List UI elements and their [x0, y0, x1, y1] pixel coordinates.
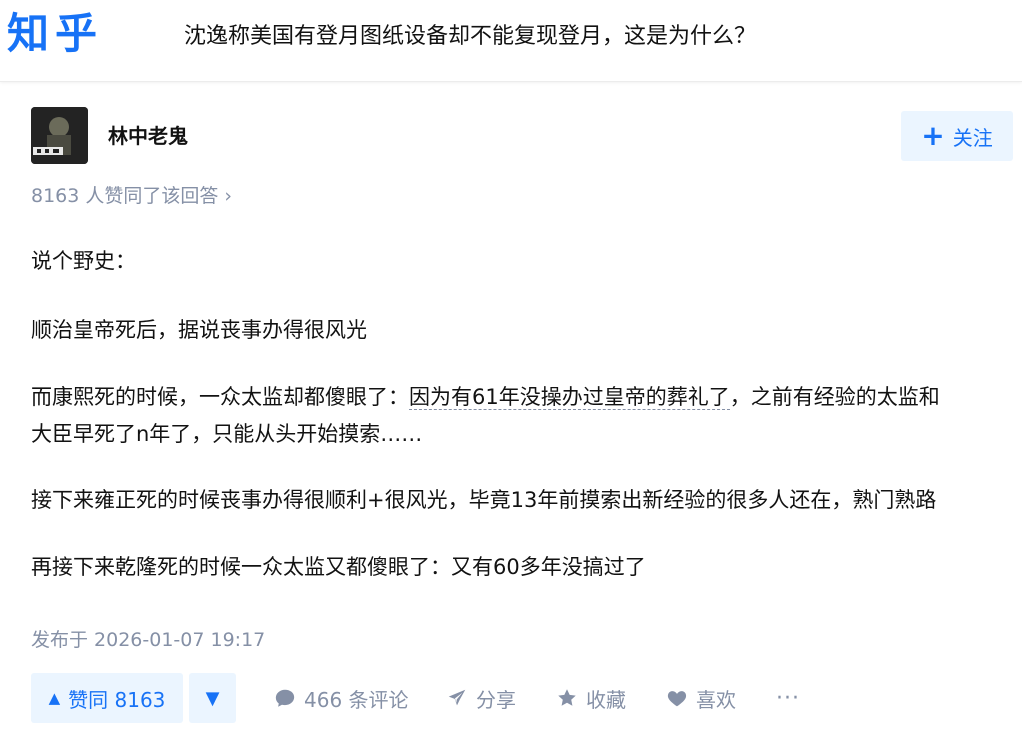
publish-time[interactable]: 发布于 2026-01-07 19:17	[31, 626, 265, 654]
action-bar: ▲ 赞同 8163 ▼ 466 条评论 分享 收藏 喜欢 ···	[31, 673, 1022, 723]
triangle-up-icon: ▲	[48, 689, 61, 707]
author-avatar[interactable]	[31, 107, 88, 164]
answer-paragraph: 说个野史：	[31, 249, 136, 273]
zhihu-logo[interactable]: 知乎	[7, 9, 103, 59]
share-icon	[448, 689, 466, 706]
comment-label: 466 条评论	[304, 687, 409, 712]
upvote-summary-link[interactable]: 8163 人赞同了该回答 ›	[31, 182, 232, 210]
share-button[interactable]: 分享	[446, 673, 516, 723]
collect-label: 收藏	[586, 687, 626, 712]
like-label: 喜欢	[696, 687, 736, 712]
vote-down-button[interactable]: ▼	[189, 673, 236, 723]
upvote-summary-text: 8163 人赞同了该回答	[31, 185, 219, 207]
question-title[interactable]: 沈逸称美国有登月图纸设备却不能复现登月，这是为什么？	[184, 22, 756, 52]
heart-icon	[667, 691, 687, 707]
author-name[interactable]: 林中老鬼	[108, 122, 188, 150]
more-button[interactable]: ···	[776, 673, 800, 723]
answer-paragraph: 大臣早死了n年了，只能从头开始摸索……	[31, 422, 423, 446]
follow-label: 关注	[952, 125, 993, 150]
follow-button[interactable]: + 关注	[901, 111, 1013, 161]
vote-up-label: 赞同 8163	[68, 687, 166, 712]
triangle-down-icon: ▼	[205, 687, 220, 709]
like-button[interactable]: 喜欢	[666, 673, 736, 723]
chevron-right-icon: ›	[224, 185, 233, 207]
vote-up-button[interactable]: ▲ 赞同 8163	[31, 673, 183, 723]
answer-paragraph: 再接下来乾隆死的时候一众太监又都傻眼了：又有60多年没搞过了	[31, 555, 646, 579]
annotated-text-link[interactable]: 因为有61年没操办过皇帝的葬礼了	[409, 385, 730, 410]
answer-paragraph: 而康熙死的时候，一众太监却都傻眼了：因为有61年没操办过皇帝的葬礼了，之前有经验…	[31, 379, 940, 415]
answer-text: ，之前有经验的太监和	[729, 385, 940, 409]
answer-paragraph: 顺治皇帝死后，据说丧事办得很风光	[31, 318, 367, 342]
comment-button[interactable]: 466 条评论	[274, 673, 409, 723]
comment-icon	[275, 689, 295, 707]
more-icon: ···	[776, 685, 800, 711]
answer-text: 而康熙死的时候，一众太监却都傻眼了：	[31, 385, 409, 409]
share-label: 分享	[476, 687, 516, 712]
collect-button[interactable]: 收藏	[556, 673, 626, 723]
answer-paragraph: 接下来雍正死的时候丧事办得很顺利+很风光，毕竟13年前摸索出新经验的很多人还在，…	[31, 488, 937, 512]
plus-icon: +	[921, 119, 945, 152]
top-bar: 知乎 沈逸称美国有登月图纸设备却不能复现登月，这是为什么？	[0, 0, 1022, 82]
star-icon	[558, 689, 576, 706]
